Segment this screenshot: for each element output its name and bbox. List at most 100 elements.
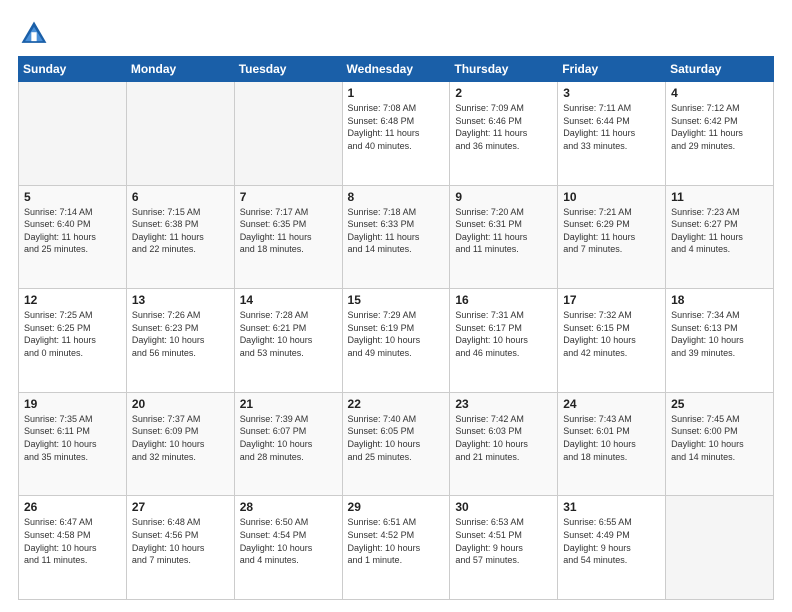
day-info: Sunrise: 7:45 AM Sunset: 6:00 PM Dayligh… — [671, 413, 768, 463]
day-number: 10 — [563, 190, 660, 204]
day-info: Sunrise: 7:12 AM Sunset: 6:42 PM Dayligh… — [671, 102, 768, 152]
calendar-cell: 20 Sunrise: 7:37 AM Sunset: 6:09 PM Dayli… — [126, 392, 234, 496]
day-number: 24 — [563, 397, 660, 411]
day-header-friday: Friday — [558, 57, 666, 82]
day-info: Sunrise: 7:32 AM Sunset: 6:15 PM Dayligh… — [563, 309, 660, 359]
day-number: 28 — [240, 500, 337, 514]
day-info: Sunrise: 7:14 AM Sunset: 6:40 PM Dayligh… — [24, 206, 121, 256]
day-number: 19 — [24, 397, 121, 411]
day-number: 25 — [671, 397, 768, 411]
day-info: Sunrise: 7:29 AM Sunset: 6:19 PM Dayligh… — [348, 309, 445, 359]
calendar-cell: 21 Sunrise: 7:39 AM Sunset: 6:07 PM Dayli… — [234, 392, 342, 496]
calendar-cell: 18 Sunrise: 7:34 AM Sunset: 6:13 PM Dayli… — [666, 289, 774, 393]
calendar-cell: 31 Sunrise: 6:55 AM Sunset: 4:49 PM Dayli… — [558, 496, 666, 600]
day-number: 18 — [671, 293, 768, 307]
day-number: 9 — [455, 190, 552, 204]
day-number: 1 — [348, 86, 445, 100]
day-header-monday: Monday — [126, 57, 234, 82]
day-number: 20 — [132, 397, 229, 411]
calendar-cell: 5 Sunrise: 7:14 AM Sunset: 6:40 PM Daylig… — [19, 185, 127, 289]
header — [18, 18, 774, 50]
day-info: Sunrise: 7:34 AM Sunset: 6:13 PM Dayligh… — [671, 309, 768, 359]
day-info: Sunrise: 7:17 AM Sunset: 6:35 PM Dayligh… — [240, 206, 337, 256]
calendar-cell: 27 Sunrise: 6:48 AM Sunset: 4:56 PM Dayli… — [126, 496, 234, 600]
day-info: Sunrise: 7:42 AM Sunset: 6:03 PM Dayligh… — [455, 413, 552, 463]
day-info: Sunrise: 7:26 AM Sunset: 6:23 PM Dayligh… — [132, 309, 229, 359]
calendar-cell: 26 Sunrise: 6:47 AM Sunset: 4:58 PM Dayli… — [19, 496, 127, 600]
logo-icon — [18, 18, 50, 50]
day-info: Sunrise: 7:43 AM Sunset: 6:01 PM Dayligh… — [563, 413, 660, 463]
calendar-week-row: 19 Sunrise: 7:35 AM Sunset: 6:11 PM Dayli… — [19, 392, 774, 496]
calendar-cell: 13 Sunrise: 7:26 AM Sunset: 6:23 PM Dayli… — [126, 289, 234, 393]
calendar-cell: 29 Sunrise: 6:51 AM Sunset: 4:52 PM Dayli… — [342, 496, 450, 600]
logo — [18, 18, 54, 50]
calendar-cell — [19, 82, 127, 186]
day-info: Sunrise: 7:31 AM Sunset: 6:17 PM Dayligh… — [455, 309, 552, 359]
day-number: 15 — [348, 293, 445, 307]
day-info: Sunrise: 7:25 AM Sunset: 6:25 PM Dayligh… — [24, 309, 121, 359]
day-info: Sunrise: 6:51 AM Sunset: 4:52 PM Dayligh… — [348, 516, 445, 566]
page: SundayMondayTuesdayWednesdayThursdayFrid… — [0, 0, 792, 612]
day-number: 17 — [563, 293, 660, 307]
calendar-cell: 9 Sunrise: 7:20 AM Sunset: 6:31 PM Daylig… — [450, 185, 558, 289]
calendar-week-row: 26 Sunrise: 6:47 AM Sunset: 4:58 PM Dayli… — [19, 496, 774, 600]
calendar-cell: 7Sunrise: 7:17 AM Sunset: 6:35 PM Daylig… — [234, 185, 342, 289]
day-number: 22 — [348, 397, 445, 411]
calendar-cell: 4 Sunrise: 7:12 AM Sunset: 6:42 PM Daylig… — [666, 82, 774, 186]
day-number: 12 — [24, 293, 121, 307]
day-number: 14 — [240, 293, 337, 307]
calendar-cell — [126, 82, 234, 186]
calendar-cell: 2Sunrise: 7:09 AM Sunset: 6:46 PM Daylig… — [450, 82, 558, 186]
calendar-week-row: 12 Sunrise: 7:25 AM Sunset: 6:25 PM Dayli… — [19, 289, 774, 393]
calendar-cell: 23 Sunrise: 7:42 AM Sunset: 6:03 PM Dayli… — [450, 392, 558, 496]
calendar-cell: 6Sunrise: 7:15 AM Sunset: 6:38 PM Daylig… — [126, 185, 234, 289]
day-number: 13 — [132, 293, 229, 307]
day-number: 23 — [455, 397, 552, 411]
day-info: Sunrise: 7:37 AM Sunset: 6:09 PM Dayligh… — [132, 413, 229, 463]
day-number: 29 — [348, 500, 445, 514]
day-header-wednesday: Wednesday — [342, 57, 450, 82]
calendar-cell: 11 Sunrise: 7:23 AM Sunset: 6:27 PM Dayli… — [666, 185, 774, 289]
day-info: Sunrise: 6:50 AM Sunset: 4:54 PM Dayligh… — [240, 516, 337, 566]
day-number: 26 — [24, 500, 121, 514]
calendar-cell: 17 Sunrise: 7:32 AM Sunset: 6:15 PM Dayli… — [558, 289, 666, 393]
day-number: 8 — [348, 190, 445, 204]
calendar-cell: 1 Sunrise: 7:08 AM Sunset: 6:48 PM Daylig… — [342, 82, 450, 186]
day-info: Sunrise: 7:28 AM Sunset: 6:21 PM Dayligh… — [240, 309, 337, 359]
calendar-cell: 25 Sunrise: 7:45 AM Sunset: 6:00 PM Dayli… — [666, 392, 774, 496]
day-info: Sunrise: 7:39 AM Sunset: 6:07 PM Dayligh… — [240, 413, 337, 463]
day-number: 21 — [240, 397, 337, 411]
day-info: Sunrise: 7:09 AM Sunset: 6:46 PM Dayligh… — [455, 102, 552, 152]
calendar-cell: 16Sunrise: 7:31 AM Sunset: 6:17 PM Dayli… — [450, 289, 558, 393]
calendar-cell: 19 Sunrise: 7:35 AM Sunset: 6:11 PM Dayli… — [19, 392, 127, 496]
calendar-cell: 8 Sunrise: 7:18 AM Sunset: 6:33 PM Daylig… — [342, 185, 450, 289]
day-number: 27 — [132, 500, 229, 514]
day-header-tuesday: Tuesday — [234, 57, 342, 82]
calendar-cell: 28 Sunrise: 6:50 AM Sunset: 4:54 PM Dayli… — [234, 496, 342, 600]
calendar-cell: 24 Sunrise: 7:43 AM Sunset: 6:01 PM Dayli… — [558, 392, 666, 496]
day-number: 4 — [671, 86, 768, 100]
day-info: Sunrise: 6:47 AM Sunset: 4:58 PM Dayligh… — [24, 516, 121, 566]
day-header-saturday: Saturday — [666, 57, 774, 82]
day-info: Sunrise: 7:18 AM Sunset: 6:33 PM Dayligh… — [348, 206, 445, 256]
day-info: Sunrise: 6:48 AM Sunset: 4:56 PM Dayligh… — [132, 516, 229, 566]
day-number: 31 — [563, 500, 660, 514]
day-info: Sunrise: 6:55 AM Sunset: 4:49 PM Dayligh… — [563, 516, 660, 566]
calendar-cell: 15 Sunrise: 7:29 AM Sunset: 6:19 PM Dayli… — [342, 289, 450, 393]
day-info: Sunrise: 7:21 AM Sunset: 6:29 PM Dayligh… — [563, 206, 660, 256]
day-info: Sunrise: 6:53 AM Sunset: 4:51 PM Dayligh… — [455, 516, 552, 566]
day-info: Sunrise: 7:15 AM Sunset: 6:38 PM Dayligh… — [132, 206, 229, 256]
day-info: Sunrise: 7:08 AM Sunset: 6:48 PM Dayligh… — [348, 102, 445, 152]
calendar-cell: 10 Sunrise: 7:21 AM Sunset: 6:29 PM Dayli… — [558, 185, 666, 289]
day-number: 30 — [455, 500, 552, 514]
day-info: Sunrise: 7:35 AM Sunset: 6:11 PM Dayligh… — [24, 413, 121, 463]
day-info: Sunrise: 7:23 AM Sunset: 6:27 PM Dayligh… — [671, 206, 768, 256]
day-info: Sunrise: 7:40 AM Sunset: 6:05 PM Dayligh… — [348, 413, 445, 463]
calendar-cell: 14 Sunrise: 7:28 AM Sunset: 6:21 PM Dayli… — [234, 289, 342, 393]
day-header-sunday: Sunday — [19, 57, 127, 82]
calendar: SundayMondayTuesdayWednesdayThursdayFrid… — [18, 56, 774, 600]
day-number: 5 — [24, 190, 121, 204]
calendar-header-row: SundayMondayTuesdayWednesdayThursdayFrid… — [19, 57, 774, 82]
day-info: Sunrise: 7:20 AM Sunset: 6:31 PM Dayligh… — [455, 206, 552, 256]
day-number: 11 — [671, 190, 768, 204]
